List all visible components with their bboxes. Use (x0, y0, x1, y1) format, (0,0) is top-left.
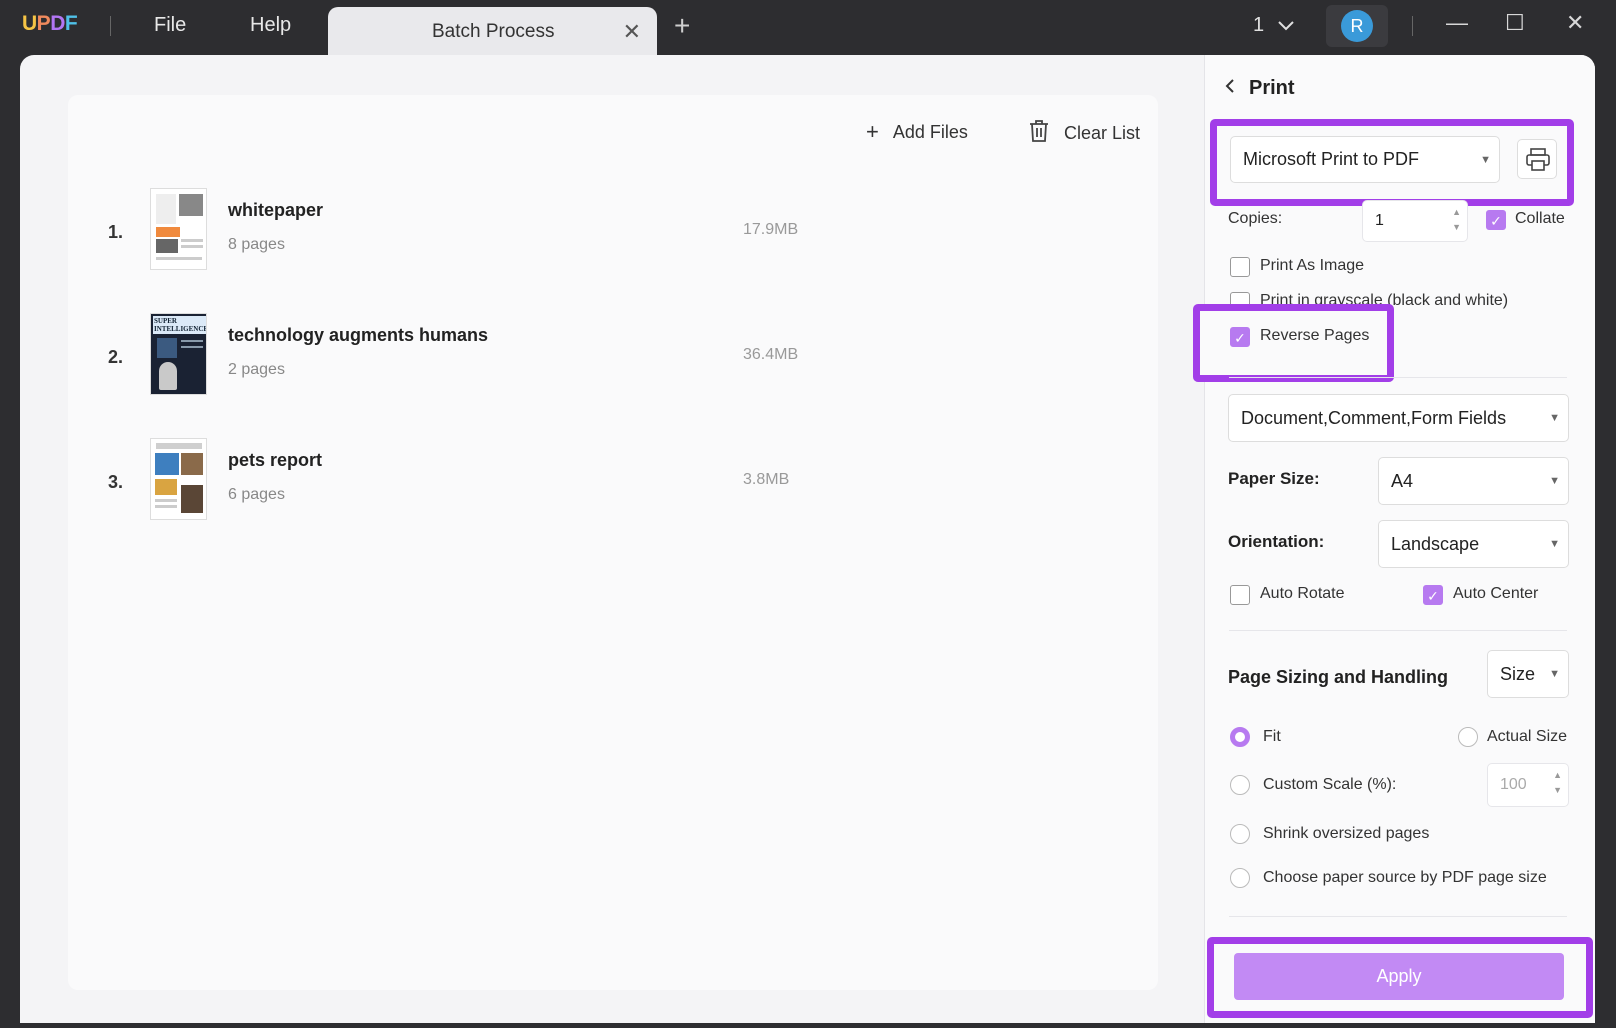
caret-down-icon: ▼ (1549, 668, 1560, 680)
print-content-select[interactable]: Document,Comment,Form Fields ▼ (1228, 394, 1569, 442)
reverse-pages-label: Reverse Pages (1260, 327, 1370, 344)
menu-file[interactable]: File (154, 14, 186, 37)
actual-size-label: Actual Size (1487, 728, 1568, 745)
reverse-pages-checkbox[interactable]: ✓ (1230, 327, 1250, 347)
fit-radio[interactable] (1230, 727, 1250, 747)
page-indicator[interactable]: 1 (1253, 14, 1294, 37)
title-bar: UPDF File Help Batch Process ✕ + 1 R — ☐… (0, 0, 1616, 56)
close-window-icon[interactable]: ✕ (1566, 10, 1584, 36)
tab-label: Batch Process (432, 21, 555, 42)
fit-label: Fit (1263, 728, 1281, 745)
file-row-pets-report[interactable]: 3. pets report 6 pages 3.8MB (68, 438, 1158, 528)
print-settings-panel: Print Microsoft Print to PDF ▼ Copies: 1… (1193, 55, 1595, 1023)
auto-center-label: Auto Center (1453, 585, 1539, 602)
stepper-arrows-icon[interactable]: ▲ ▼ (1452, 205, 1461, 235)
caret-down-icon: ▼ (1549, 412, 1560, 424)
file-thumbnail (150, 438, 207, 520)
collate-label: Collate (1515, 210, 1565, 227)
file-pages: 8 pages (228, 236, 285, 253)
divider (1229, 630, 1567, 631)
back-chevron-icon[interactable] (1225, 77, 1235, 100)
trash-icon (1028, 119, 1050, 148)
menu-help[interactable]: Help (250, 14, 291, 37)
orientation-label: Orientation: (1228, 532, 1325, 551)
auto-rotate-label: Auto Rotate (1260, 585, 1345, 602)
file-name: pets report (228, 450, 323, 470)
paper-source-label: Choose paper source by PDF page size (1263, 869, 1547, 886)
divider (1229, 377, 1567, 378)
plus-icon: + (866, 119, 879, 144)
printer-icon (1525, 148, 1551, 177)
file-size: 17.9MB (743, 221, 799, 238)
file-size: 3.8MB (743, 471, 790, 488)
file-row-whitepaper[interactable]: 1. whitepaper 8 pages 17.9MB (68, 188, 1158, 278)
caret-down-icon: ▼ (1549, 475, 1560, 487)
auto-rotate-checkbox[interactable] (1230, 585, 1250, 605)
file-pages: 6 pages (228, 486, 285, 503)
file-name: whitepaper (228, 200, 324, 220)
shrink-label: Shrink oversized pages (1263, 825, 1430, 842)
divider (1229, 916, 1567, 917)
clear-list-button[interactable]: Clear List (1028, 119, 1140, 148)
updf-logo[interactable]: UPDF (22, 12, 78, 36)
file-index: 1. (108, 222, 124, 242)
custom-scale-label: Custom Scale (%): (1263, 776, 1397, 793)
file-thumbnail: SUPER INTELLIGENCE (150, 313, 207, 395)
file-index: 3. (108, 472, 124, 492)
account-button[interactable]: R (1326, 5, 1388, 47)
page-sizing-select[interactable]: Size ▼ (1487, 650, 1569, 698)
maximize-icon[interactable]: ☐ (1505, 10, 1525, 36)
print-as-image-checkbox[interactable] (1230, 257, 1250, 277)
auto-center-checkbox[interactable]: ✓ (1423, 585, 1443, 605)
avatar: R (1341, 10, 1373, 42)
file-thumbnail (150, 188, 207, 270)
minimize-icon[interactable]: — (1446, 10, 1468, 36)
actual-size-radio[interactable] (1458, 727, 1478, 747)
paper-source-radio[interactable] (1230, 868, 1250, 888)
orientation-select[interactable]: Landscape ▼ (1378, 520, 1569, 568)
print-as-image-label: Print As Image (1260, 257, 1365, 274)
file-size: 36.4MB (743, 346, 799, 363)
custom-scale-input[interactable]: 100 ▲ ▼ (1487, 763, 1569, 807)
shrink-radio[interactable] (1230, 824, 1250, 844)
file-pages: 2 pages (228, 361, 285, 378)
custom-scale-radio[interactable] (1230, 775, 1250, 795)
file-row-technology-augments-humans[interactable]: 2. SUPER INTELLIGENCE technology augment… (68, 313, 1158, 403)
collate-checkbox[interactable]: ✓ (1486, 210, 1506, 230)
copies-label: Copies: (1228, 210, 1283, 227)
apply-button[interactable]: Apply (1234, 953, 1564, 1000)
page-sizing-label: Page Sizing and Handling (1228, 667, 1449, 687)
add-tab-icon[interactable]: + (674, 12, 690, 40)
stepper-arrows-icon[interactable]: ▲ ▼ (1553, 768, 1562, 798)
close-icon[interactable]: ✕ (623, 19, 641, 45)
printer-select[interactable]: Microsoft Print to PDF ▼ (1230, 136, 1500, 183)
divider (110, 16, 111, 36)
copies-input[interactable]: 1 ▲ ▼ (1362, 200, 1468, 242)
tab-batch-process[interactable]: Batch Process ✕ (328, 7, 657, 56)
file-list-panel: + Add Files Clear List 1. whitepaper 8 p… (68, 95, 1158, 990)
add-files-button[interactable]: + Add Files (866, 119, 968, 145)
caret-down-icon: ▼ (1480, 153, 1491, 166)
file-index: 2. (108, 347, 124, 367)
panel-title: Print (1249, 77, 1295, 99)
caret-down-icon: ▼ (1549, 538, 1560, 550)
paper-size-select[interactable]: A4 ▼ (1378, 457, 1569, 505)
file-name: technology augments humans (228, 325, 489, 345)
chevron-down-icon (1277, 14, 1294, 37)
printer-properties-button[interactable] (1517, 139, 1557, 179)
paper-size-label: Paper Size: (1228, 469, 1320, 488)
print-header: Print (1225, 77, 1295, 100)
divider (1412, 16, 1413, 36)
main-window: + Add Files Clear List 1. whitepaper 8 p… (20, 55, 1595, 1023)
